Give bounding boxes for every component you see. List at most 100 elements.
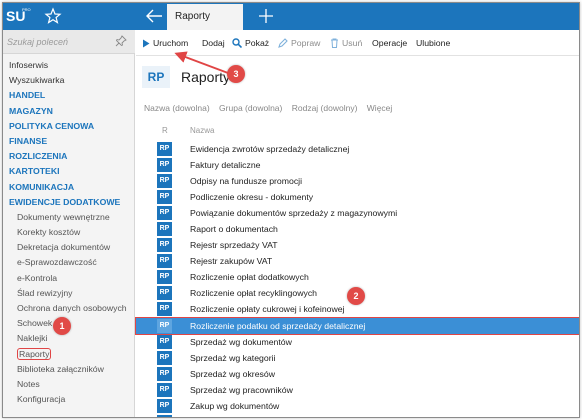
operations-menu[interactable]: Operacje: [372, 37, 407, 51]
report-name: Sprzedaż wg okresów: [190, 368, 275, 379]
report-icon: RP: [157, 350, 172, 365]
report-name: Rozliczenie opłat recyklingowych: [190, 288, 317, 299]
table-row[interactable]: RP Raport o dokumentach: [136, 221, 579, 237]
column-header-r[interactable]: R: [162, 126, 168, 135]
sidebar-item[interactable]: Naklejki: [3, 331, 135, 346]
table-row[interactable]: RP Sprzedaż wg okresów: [136, 366, 579, 382]
filter-more[interactable]: Więcej: [367, 103, 393, 113]
favorites-menu[interactable]: Ulubione: [416, 37, 450, 51]
report-icon: RP: [157, 254, 172, 269]
report-name: Rejestr zakupów VAT: [190, 256, 273, 267]
sidebar-item-label: POLITYKA CENOWA: [9, 120, 95, 131]
sidebar-item[interactable]: Dokumenty wewnętrzne: [3, 210, 135, 225]
app-window: SU PRO Raporty Infoserwis Wyszukiwarka HAN…: [2, 2, 580, 418]
show-button[interactable]: Pokaż: [232, 37, 269, 51]
pencil-icon: [278, 38, 288, 48]
table-row[interactable]: RP Rejestr sprzedaży VAT: [136, 237, 579, 253]
report-name: Powiązanie dokumentów sprzedaży z magazy…: [190, 208, 398, 219]
report-icon: RP: [157, 270, 172, 285]
filter-name[interactable]: Nazwa (dowolna): [144, 103, 210, 113]
add-button[interactable]: Dodaj: [202, 37, 225, 51]
tab-raporty[interactable]: Raporty: [167, 4, 243, 30]
table-row[interactable]: RP Rejestr zakupów VAT: [136, 253, 579, 269]
app-logo[interactable]: SU PRO: [6, 6, 32, 27]
sidebar-item-label: HANDEL: [9, 90, 46, 101]
back-arrow-icon[interactable]: [143, 6, 165, 26]
report-icon: RP: [157, 222, 172, 237]
table-row[interactable]: RP Rozliczenie opłat dodatkowych: [136, 269, 579, 285]
sidebar-item[interactable]: KOMUNIKACJA: [3, 180, 135, 195]
toolbar: Uruchom Dodaj Pokaż Popraw Usuń Operacje…: [136, 30, 579, 56]
magnifier-icon: [232, 38, 243, 49]
run-button[interactable]: Uruchom: [142, 37, 188, 51]
filter-bar: Nazwa (dowolna) Grupa (dowolna) Rodzaj (…: [144, 103, 399, 117]
sidebar-item-label: KARTOTEKI: [9, 166, 60, 177]
sidebar-item[interactable]: MAGAZYN: [3, 104, 135, 119]
table-row[interactable]: RP Powiązanie dokumentów sprzedaży z maga…: [136, 205, 579, 221]
table-row[interactable]: RP Sprzedaż wg dokumentów: [136, 334, 579, 350]
top-bar: SU PRO Raporty: [3, 3, 579, 30]
sidebar-item[interactable]: POLITYKA CENOWA: [3, 119, 135, 134]
page-header: RP Raporty: [136, 56, 579, 101]
sidebar-item-label: e-Sprawozdawczość: [17, 257, 97, 268]
column-header-name[interactable]: Nazwa: [190, 126, 214, 135]
report-name: Zakup wg dokumentów: [190, 400, 280, 411]
search-commands-input[interactable]: [7, 34, 111, 50]
sidebar-item-label: Infoserwis: [9, 60, 49, 70]
report-name: Faktury detaliczne: [190, 160, 261, 171]
sidebar-item[interactable]: Infoserwis: [3, 58, 135, 73]
filter-group[interactable]: Grupa (dowolna): [219, 103, 282, 113]
table-row[interactable]: RP Zakup wg dokumentów: [136, 398, 579, 414]
sidebar-item-label: FINANSE: [9, 135, 48, 146]
report-icon: RP: [157, 286, 172, 301]
delete-button[interactable]: Usuń: [330, 37, 362, 51]
sidebar-item-label: Korekty kosztów: [17, 227, 81, 238]
report-name: Rozliczenie opłat dodatkowych: [190, 272, 309, 283]
new-tab-plus-icon[interactable]: [256, 6, 276, 26]
sidebar-item[interactable]: Notes: [3, 377, 135, 392]
sidebar-item[interactable]: FINANSE: [3, 134, 135, 149]
sidebar-item[interactable]: Raporty: [3, 347, 135, 362]
favorites-label: Ulubione: [416, 38, 451, 48]
sidebar-item[interactable]: Konfiguracja: [3, 392, 135, 407]
table-row[interactable]: RP Sprzedaż wg kategorii: [136, 350, 579, 366]
report-name: Zakup wg okresów: [190, 414, 262, 418]
report-icon: RP: [157, 366, 172, 381]
table-row[interactable]: RP Zakup wg okresów: [136, 414, 579, 418]
edit-button[interactable]: Popraw: [278, 37, 320, 51]
sidebar-item-label: Raporty: [17, 347, 52, 360]
sidebar-item[interactable]: Wyszukiwarka: [3, 73, 135, 88]
star-icon[interactable]: [43, 6, 63, 26]
sidebar-item[interactable]: Ochrona danych osobowych: [3, 301, 135, 316]
sidebar-item[interactable]: Dekretacja dokumentów: [3, 240, 135, 255]
sidebar-item-label: Biblioteka załączników: [17, 363, 104, 374]
sidebar-item[interactable]: e-Sprawozdawczość: [3, 255, 135, 270]
filter-kind[interactable]: Rodzaj (dowolny): [292, 103, 358, 113]
table-row[interactable]: RP Rozliczenie podatku od sprzedaży detal…: [135, 316, 579, 335]
play-icon: [143, 39, 150, 48]
page-title: Raporty: [181, 69, 231, 85]
sidebar-item-label: Schowek: [17, 318, 53, 329]
report-icon: RP: [157, 382, 172, 397]
add-label: Dodaj: [202, 38, 225, 48]
sidebar-search: [3, 30, 135, 54]
sidebar: Infoserwis Wyszukiwarka HANDEL MAGAZYN POLIT…: [3, 30, 135, 417]
sidebar-item[interactable]: Ślad rewizyjny: [3, 286, 135, 301]
sidebar-item[interactable]: KARTOTEKI: [3, 164, 135, 179]
sidebar-item[interactable]: Korekty kosztów: [3, 225, 135, 240]
table-row[interactable]: RP Odpisy na fundusze promocji: [136, 173, 579, 189]
sidebar-item-label: e-Kontrola: [17, 272, 58, 283]
table-row[interactable]: RP Ewidencja zwrotów sprzedaży detaliczne…: [136, 141, 579, 157]
report-icon: RP: [157, 414, 172, 417]
pin-icon[interactable]: [115, 35, 127, 47]
table-row[interactable]: RP Podliczenie okresu - dokumenty: [136, 189, 579, 205]
sidebar-item[interactable]: e-Kontrola: [3, 271, 135, 286]
table-row[interactable]: RP Faktury detaliczne: [136, 157, 579, 173]
table-row[interactable]: RP Sprzedaż wg pracowników: [136, 382, 579, 398]
sidebar-item[interactable]: EWIDENCJE DODATKOWE: [3, 195, 135, 210]
main-panel: Uruchom Dodaj Pokaż Popraw Usuń Operacje…: [135, 30, 579, 418]
sidebar-item[interactable]: Biblioteka załączników: [3, 362, 135, 377]
sidebar-item[interactable]: HANDEL: [3, 88, 135, 103]
report-icon: RP: [157, 158, 172, 173]
sidebar-item[interactable]: ROZLICZENIA: [3, 149, 135, 164]
